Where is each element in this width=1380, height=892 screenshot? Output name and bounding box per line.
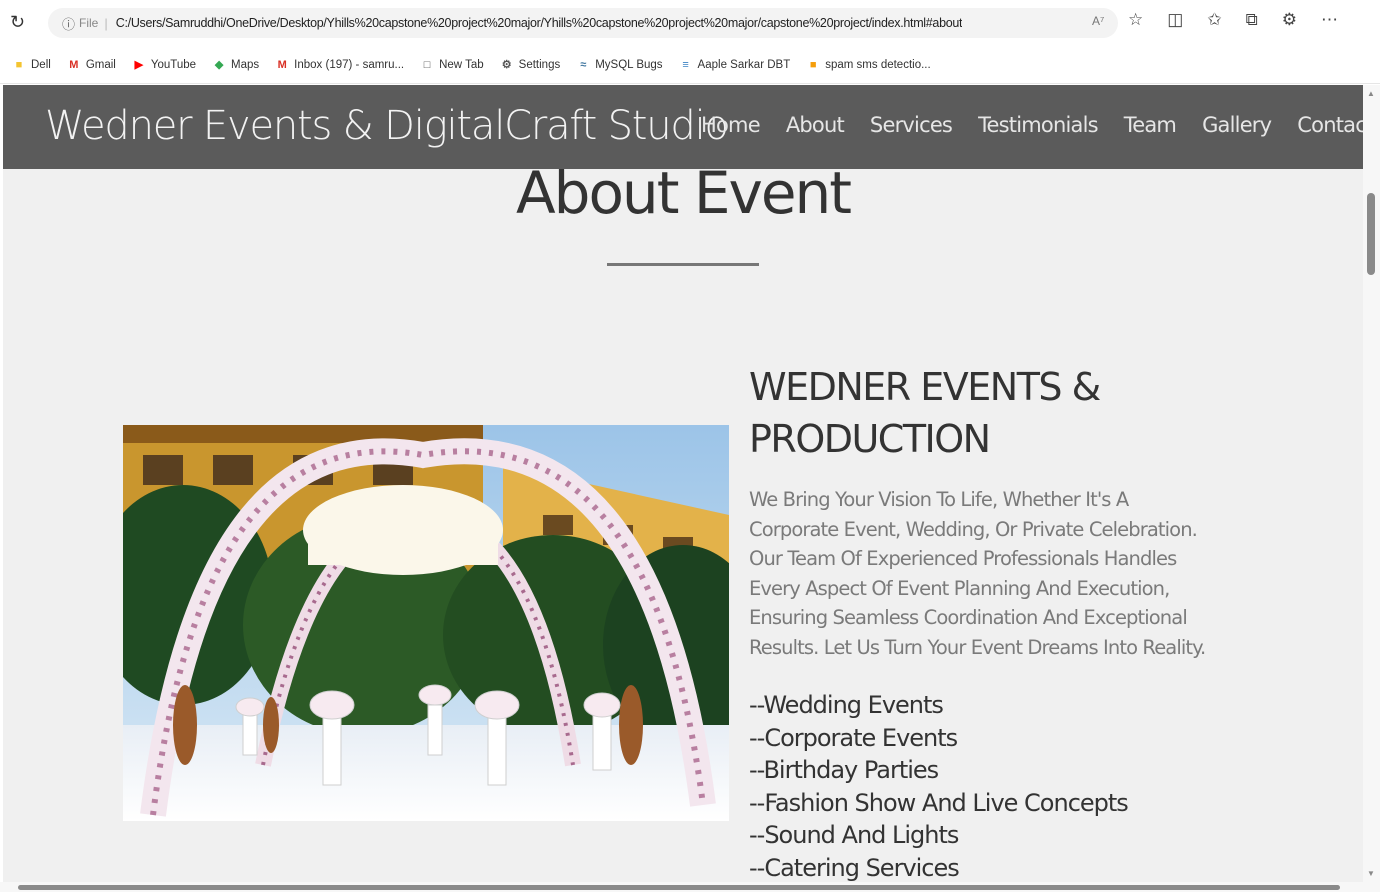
- horizontal-scrollbar[interactable]: [0, 882, 1363, 892]
- mysql-icon: ≈: [580, 58, 587, 71]
- file-label: File: [79, 16, 99, 30]
- vertical-scrollbar[interactable]: ▲ ▼: [1363, 85, 1380, 892]
- bookmark-label: MySQL Bugs: [595, 58, 663, 71]
- list-item: --Birthday Parties: [749, 756, 939, 784]
- bookmark-item[interactable]: ■ Dell: [12, 58, 51, 72]
- gear-icon: ⚙: [501, 59, 512, 71]
- bookmark-label: New Tab: [439, 58, 484, 71]
- document-icon: ≡: [682, 58, 689, 71]
- gmail-icon: M: [69, 58, 79, 71]
- bookmark-label: spam sms detectio...: [825, 58, 931, 71]
- split-screen-icon[interactable]: ◫: [1167, 10, 1183, 30]
- collections-icon[interactable]: ⧉: [1246, 10, 1258, 30]
- bookmark-label: Gmail: [85, 58, 116, 71]
- scroll-up-arrow-icon[interactable]: ▲: [1367, 89, 1375, 98]
- browser-address-bar: ↻ ⓘ File | C:/Users/Samruddhi/OneDrive/D…: [0, 0, 1380, 46]
- nav-link-home[interactable]: Home: [701, 113, 761, 137]
- bookmark-item[interactable]: ⚙ Settings: [500, 58, 561, 72]
- bookmark-label: Dell: [31, 58, 51, 71]
- bookmark-item[interactable]: M Gmail: [67, 58, 116, 72]
- list-item: --Catering Services: [749, 853, 960, 882]
- gmail-icon: M: [277, 58, 287, 71]
- bookmark-item[interactable]: ◆ Maps: [212, 58, 259, 72]
- app-icon: ■: [809, 58, 817, 71]
- title-divider: [607, 263, 759, 266]
- vertical-scroll-thumb[interactable]: [1367, 193, 1375, 275]
- browser-toolbar-icons: ☆ ◫ ✩ ⧉ ⚙ ⋯: [1128, 10, 1338, 30]
- reload-icon[interactable]: ↻: [10, 12, 30, 32]
- nav-link-gallery[interactable]: Gallery: [1202, 113, 1272, 137]
- extensions-icon[interactable]: ⚙: [1282, 10, 1297, 30]
- more-options-icon[interactable]: ⋯: [1321, 10, 1338, 30]
- bookmark-item[interactable]: ≡ Aaple Sarkar DBT: [679, 58, 791, 72]
- event-floral-arch-image: [123, 425, 729, 821]
- bookmark-item[interactable]: ■ spam sms detectio...: [806, 58, 931, 72]
- info-icon[interactable]: ⓘ: [62, 14, 75, 33]
- page-icon: □: [423, 58, 431, 71]
- bookmark-label: Inbox (197) - samru...: [294, 58, 405, 71]
- maps-icon: ◆: [214, 59, 224, 71]
- bookmark-item[interactable]: M Inbox (197) - samru...: [275, 58, 405, 72]
- favorite-star-icon[interactable]: ☆: [1128, 10, 1143, 30]
- about-description: We Bring Your Vision To Life, Whether It…: [749, 488, 1206, 659]
- nav-link-testimonials[interactable]: Testimonials: [978, 113, 1098, 137]
- bookmark-label: Maps: [231, 58, 260, 71]
- list-item: --Fashion Show And Live Concepts: [749, 788, 1129, 817]
- nav-link-services[interactable]: Services: [870, 113, 953, 137]
- site-navbar: Wedner Events & DigitalCraft Studio Home…: [3, 85, 1363, 169]
- nav-links: Home About Services Testimonials Team Ga…: [701, 113, 1363, 137]
- bookmark-label: Aaple Sarkar DBT: [697, 58, 791, 71]
- bookmark-item[interactable]: ≈ MySQL Bugs: [576, 58, 662, 72]
- bookmark-label: Settings: [518, 58, 561, 71]
- about-heading: WEDNER EVENTS & PRODUCTION: [749, 365, 1101, 461]
- list-item: --Corporate Events: [749, 723, 958, 752]
- folder-icon: ■: [15, 58, 23, 71]
- bookmark-label: YouTube: [150, 58, 197, 71]
- url-field[interactable]: ⓘ File | C:/Users/Samruddhi/OneDrive/Des…: [48, 8, 1118, 38]
- services-list: --Wedding Events --Corporate Events --Bi…: [749, 689, 1129, 884]
- site-brand[interactable]: Wedner Events & DigitalCraft Studio: [45, 103, 729, 149]
- horizontal-scroll-thumb[interactable]: [18, 885, 1340, 890]
- nav-link-about[interactable]: About: [786, 113, 845, 137]
- favorites-icon[interactable]: ✩: [1207, 10, 1221, 30]
- nav-link-team[interactable]: Team: [1124, 113, 1177, 137]
- page-viewport: Wedner Events & DigitalCraft Studio Home…: [3, 85, 1363, 885]
- nav-link-contact[interactable]: Contact: [1297, 113, 1363, 137]
- url-text[interactable]: C:/Users/Samruddhi/OneDrive/Desktop/Yhil…: [116, 16, 962, 30]
- list-item: --Sound And Lights: [749, 821, 959, 849]
- section-title: About Event: [515, 159, 852, 227]
- bookmarks-bar: ■ Dell M Gmail ▶ YouTube ◆ Maps M Inbox (197) - s…: [0, 46, 1380, 84]
- youtube-icon: ▶: [134, 59, 144, 71]
- read-aloud-icon[interactable]: A⁷: [1092, 14, 1104, 28]
- bookmark-item[interactable]: □ New Tab: [420, 58, 484, 72]
- bookmark-item[interactable]: ▶ YouTube: [132, 58, 196, 72]
- list-item: --Wedding Events: [749, 691, 944, 719]
- url-separator: |: [104, 15, 108, 31]
- scroll-down-arrow-icon[interactable]: ▼: [1367, 869, 1375, 878]
